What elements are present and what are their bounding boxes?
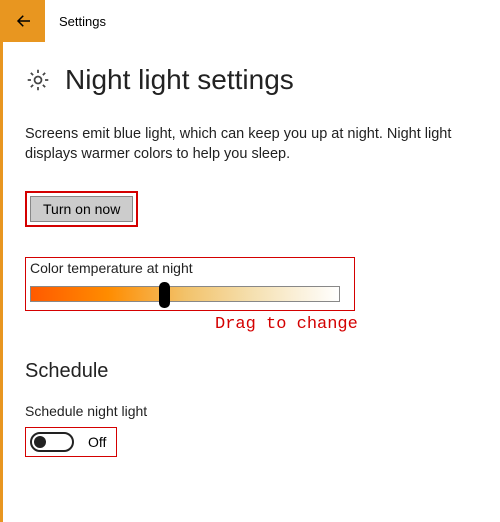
- color-temperature-label: Color temperature at night: [30, 260, 348, 276]
- annotation-box-turn-on: Turn on now: [25, 191, 138, 227]
- page-header: Night light settings: [25, 64, 478, 96]
- title-bar: Settings: [3, 0, 500, 42]
- schedule-toggle[interactable]: [30, 432, 74, 452]
- slider-thumb[interactable]: [159, 282, 170, 308]
- page-description: Screens emit blue light, which can keep …: [25, 124, 478, 165]
- color-temperature-slider[interactable]: [30, 286, 340, 302]
- gear-icon: [25, 67, 51, 93]
- app-title: Settings: [45, 14, 106, 29]
- toggle-knob: [34, 436, 46, 448]
- schedule-heading: Schedule: [25, 360, 478, 383]
- content-area: Night light settings Screens emit blue l…: [3, 42, 500, 457]
- turn-on-now-button[interactable]: Turn on now: [30, 196, 133, 222]
- schedule-toggle-state: Off: [88, 434, 106, 450]
- arrow-left-icon: [15, 12, 33, 30]
- page-title: Night light settings: [65, 64, 294, 96]
- annotation-hint: Drag to change: [215, 315, 478, 334]
- schedule-toggle-label: Schedule night light: [25, 403, 478, 419]
- annotation-box-slider: Color temperature at night: [25, 257, 355, 311]
- annotation-box-toggle: Off: [25, 427, 117, 457]
- back-button[interactable]: [3, 0, 45, 42]
